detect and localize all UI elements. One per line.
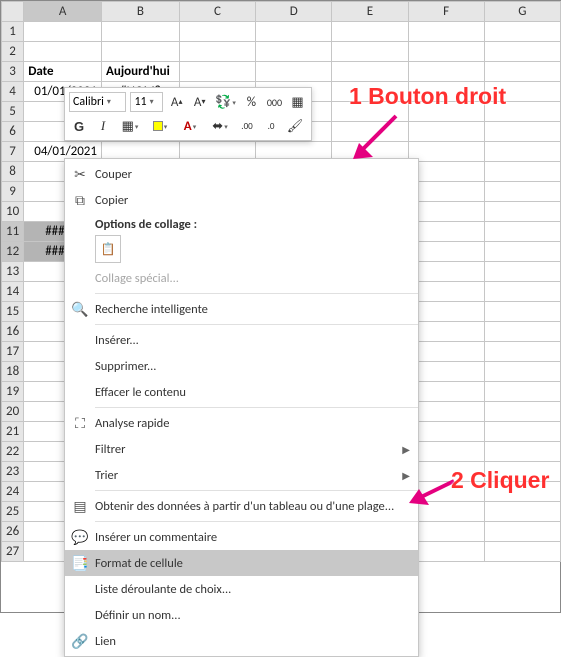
menu-paste-special: Collage spécial... [65, 265, 418, 291]
menu-quick-analysis[interactable]: ⛶ Analyse rapide [65, 410, 418, 436]
menu-clear-contents[interactable]: Effacer le contenu [65, 379, 418, 405]
borders-icon[interactable]: ▦▾ [117, 116, 143, 136]
font-size-combo[interactable]: 11▾ [130, 92, 163, 112]
row-header[interactable]: 10 [2, 202, 24, 222]
col-header-E[interactable]: E [332, 2, 408, 22]
col-header-D[interactable]: D [256, 2, 332, 22]
row-header[interactable]: 20 [2, 402, 24, 422]
row-header[interactable]: 13 [2, 262, 24, 282]
merge-icon[interactable]: ⬌▾ [207, 116, 233, 136]
row-header[interactable]: 11 [2, 222, 24, 242]
menu-delete[interactable]: Supprimer... [65, 353, 418, 379]
menu-get-data[interactable]: ▤ Obtenir des données à partir d'un tabl… [65, 493, 418, 519]
link-icon: 🔗 [65, 633, 95, 650]
accounting-format-icon[interactable]: 💱▾ [213, 92, 238, 112]
increase-decimal-icon[interactable]: .00 [237, 116, 257, 136]
context-menu: ✂ Couper ⧉ Copier Options de collage : 📋… [64, 158, 419, 657]
row-header[interactable]: 6 [2, 122, 24, 142]
smart-lookup-icon: 🔍 [65, 301, 95, 318]
decrease-decimal-icon[interactable]: .0 [261, 116, 281, 136]
increase-font-icon[interactable]: A▴ [167, 92, 186, 112]
menu-dropdown-list[interactable]: Liste déroulante de choix... [65, 576, 418, 602]
row-header[interactable]: 24 [2, 482, 24, 502]
row-header[interactable]: 25 [2, 502, 24, 522]
arrow-1 [341, 101, 411, 171]
cell-B3[interactable]: Aujourd'hui [102, 62, 180, 82]
row-header[interactable]: 9 [2, 182, 24, 202]
row-header[interactable]: 19 [2, 382, 24, 402]
annotation-2: 2 Cliquer [451, 467, 549, 494]
cut-icon: ✂ [65, 166, 95, 183]
row-header[interactable]: 22 [2, 442, 24, 462]
italic-button[interactable]: I [93, 116, 113, 136]
corner-cell[interactable] [2, 2, 24, 22]
menu-define-name[interactable]: Définir un nom... [65, 602, 418, 628]
row-header[interactable]: 7 [2, 142, 24, 162]
table-icon: ▤ [65, 498, 95, 515]
row-header[interactable]: 1 [2, 22, 24, 42]
menu-sort[interactable]: Trier ▶ [65, 462, 418, 488]
fill-color-icon[interactable]: ▾ [147, 116, 173, 136]
col-header-G[interactable]: G [484, 2, 560, 22]
percent-format-icon[interactable]: % [242, 92, 261, 112]
row-header[interactable]: 3 [2, 62, 24, 82]
col-header-B[interactable]: B [102, 2, 180, 22]
submenu-arrow-icon: ▶ [402, 443, 410, 456]
menu-smart-lookup[interactable]: 🔍 Recherche intelligente [65, 296, 418, 322]
row-header[interactable]: 2 [2, 42, 24, 62]
decrease-font-icon[interactable]: A▾ [190, 92, 209, 112]
menu-copy[interactable]: ⧉ Copier [65, 187, 418, 213]
cell-A3[interactable]: Date [24, 62, 102, 82]
conditional-format-icon[interactable]: ▦ [288, 92, 307, 112]
comment-icon: 💬 [65, 529, 95, 546]
menu-insert-comment[interactable]: 💬 Insérer un commentaire [65, 524, 418, 550]
menu-format-cell[interactable]: 📑 Format de cellule [65, 550, 418, 576]
row-header[interactable]: 27 [2, 542, 24, 562]
col-header-C[interactable]: C [179, 2, 255, 22]
col-header-F[interactable]: F [408, 2, 484, 22]
quick-analysis-icon: ⛶ [65, 415, 95, 432]
format-cell-icon: 📑 [65, 555, 95, 572]
row-header[interactable]: 21 [2, 422, 24, 442]
row-header[interactable]: 12 [2, 242, 24, 262]
menu-filter[interactable]: Filtrer ▶ [65, 436, 418, 462]
paste-icon[interactable]: 📋 [95, 235, 121, 263]
font-color-icon[interactable]: A▾ [177, 116, 203, 136]
annotation-1: 1 Bouton droit [349, 83, 506, 110]
row-header[interactable]: 18 [2, 362, 24, 382]
row-header[interactable]: 26 [2, 522, 24, 542]
font-name-combo[interactable]: Calibri▾ [69, 92, 126, 112]
row-header[interactable]: 8 [2, 162, 24, 182]
mini-toolbar: Calibri▾ 11▾ A▴ A▾ 💱▾ % 000 ▦ G I ▦▾ ▾ A… [64, 87, 312, 141]
row-header[interactable]: 17 [2, 342, 24, 362]
menu-hyperlink[interactable]: 🔗 Lien [65, 628, 418, 654]
row-header[interactable]: 16 [2, 322, 24, 342]
row-header[interactable]: 4 [2, 82, 24, 102]
menu-paste-options-header: Options de collage : [65, 213, 418, 235]
menu-insert[interactable]: Insérer... [65, 327, 418, 353]
row-header[interactable]: 23 [2, 462, 24, 482]
comma-format-icon[interactable]: 000 [265, 92, 284, 112]
col-header-A[interactable]: A [24, 2, 102, 22]
row-header[interactable]: 14 [2, 282, 24, 302]
row-header[interactable]: 15 [2, 302, 24, 322]
copy-icon: ⧉ [65, 192, 95, 209]
format-painter-icon[interactable]: 🖌 [285, 116, 305, 136]
row-header[interactable]: 5 [2, 102, 24, 122]
bold-button[interactable]: G [69, 116, 89, 136]
